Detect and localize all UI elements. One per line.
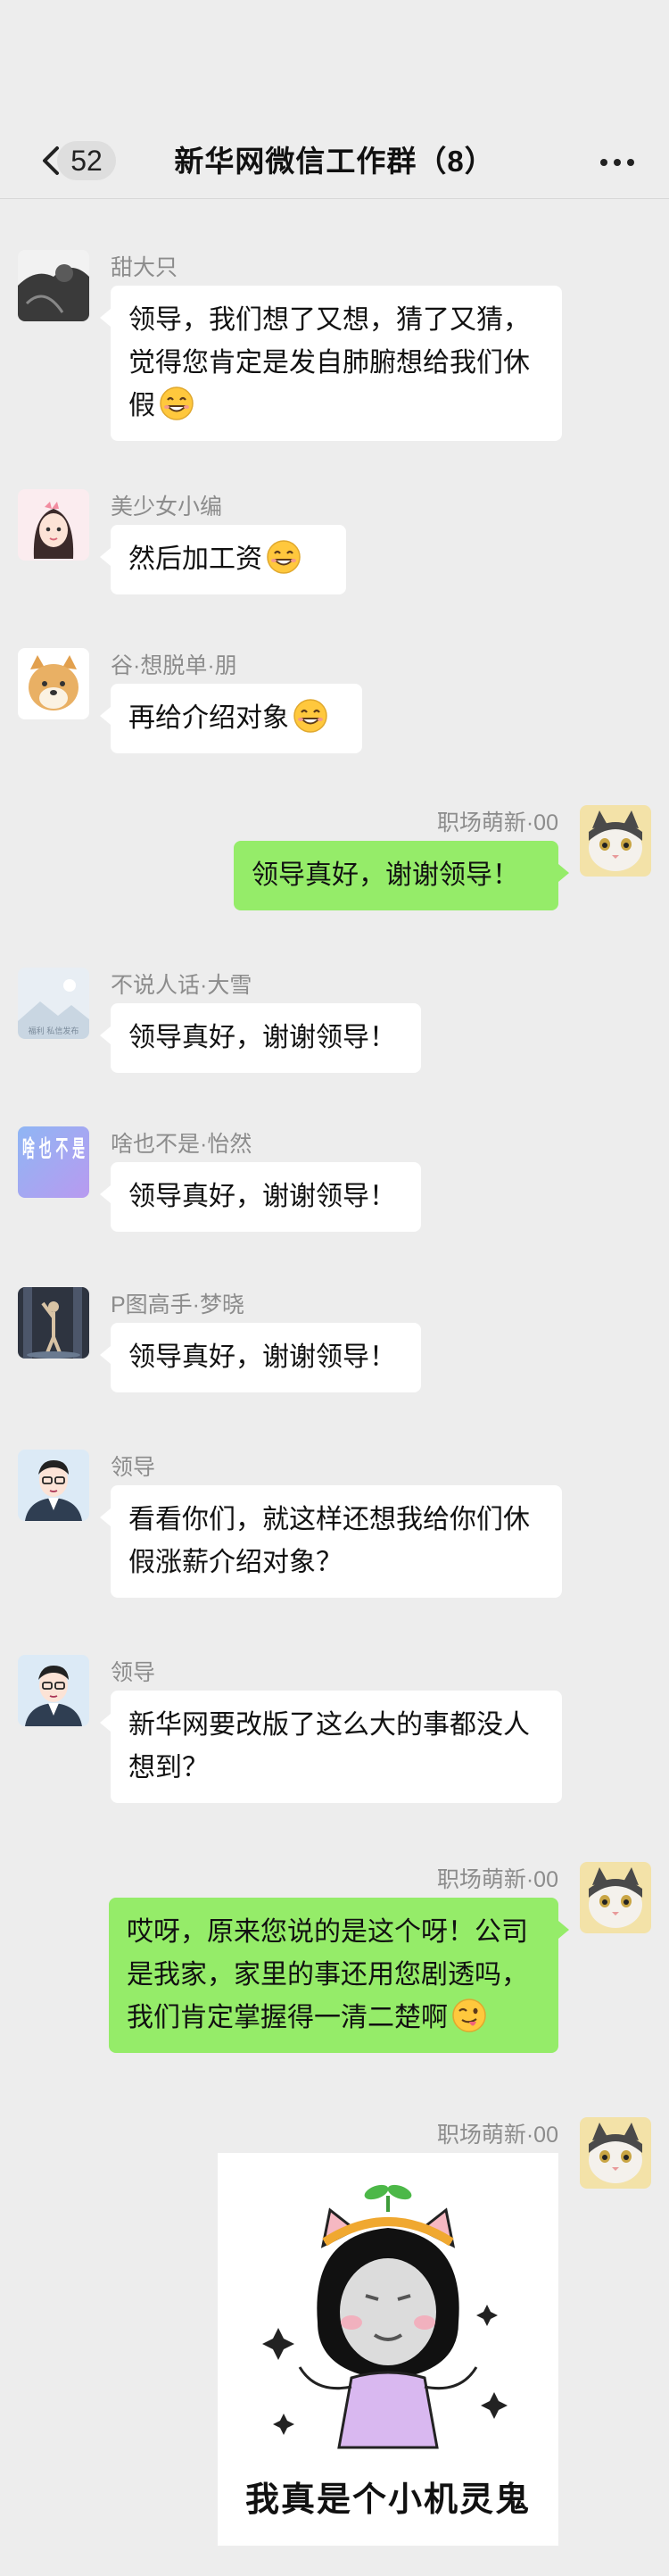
avatar-text: 啥 也 不 是 [22,1135,85,1163]
sender-name: 谷·想脱单·朋 [111,653,237,678]
chat-header: 52 新华网微信工作群（8） [0,125,669,199]
avatar-image-icon [18,1450,89,1521]
sender-name: 领导 [111,1660,156,1685]
grinning-face-emoji [293,699,327,733]
sender-name: 职场萌新·00 [436,1867,558,1892]
message-bubble[interactable]: 然后加工资 [100,525,346,594]
avatar-image-icon [18,1655,89,1726]
avatar-image-icon [18,250,89,321]
chat-screen: 52 新华网微信工作群（8） 甜大只 领导，我们想了又想，猜了又猜，觉得您肯定是… [0,0,669,2576]
avatar[interactable]: 福利 私信发布 [18,968,89,1039]
sender-name: 美少女小编 [111,494,223,519]
sticker-caption: 我真是个小机灵鬼 [244,2481,531,2519]
avatar[interactable] [580,805,651,877]
avatar[interactable] [18,648,89,719]
avatar-image-icon [580,1862,651,1933]
avatar-image-icon [18,1287,89,1359]
avatar-image-icon [580,2117,651,2189]
winking-tongue-emoji [452,1998,486,2032]
sender-name: 啥也不是·怡然 [111,1132,252,1157]
message-bubble[interactable]: 领导，我们想了又想，猜了又猜，觉得您肯定是发自肺腑想给我们休假 [100,286,562,441]
message-bubble[interactable]: 领导真好，谢谢领导！ [100,1162,421,1232]
message-text: 再给介绍对象 [128,703,289,733]
sender-name: 不说人话·大雪 [111,973,252,998]
sender-name: 甜大只 [111,255,178,280]
sender-name: P图高手·梦晓 [111,1292,245,1317]
grinning-face-emoji [267,540,301,574]
avatar-image-icon [18,489,89,561]
message-text: 看看你们，就这样还想我给你们休假涨薪介绍对象？ [128,1505,530,1577]
avatar-caption: 福利 私信发布 [29,1026,79,1036]
avatar-image-icon [580,805,651,877]
grinning-face-emoji [160,386,194,420]
message-text: 领导真好，谢谢领导！ [128,1182,396,1211]
chat-title: 新华网微信工作群（8） [174,145,495,178]
avatar[interactable] [18,1450,89,1521]
avatar[interactable] [580,1862,651,1933]
sender-name: 职场萌新·00 [436,2123,558,2148]
message-text: 领导真好，谢谢领导！ [128,1342,396,1372]
message-bubble[interactable]: 再给介绍对象 [100,684,362,753]
avatar[interactable] [18,1655,89,1726]
sender-name: 领导 [111,1455,156,1480]
avatar[interactable] [18,1287,89,1359]
message-bubble[interactable]: 领导真好，谢谢领导！ [100,1323,421,1392]
sticker-image[interactable]: 我真是个小机灵鬼 [218,2153,558,2546]
meme-character-icon [262,2184,508,2449]
avatar-image-icon: 福利 私信发布 [18,968,89,1039]
message-bubble[interactable]: 新华网要改版了这么大的事都没人想到？ [100,1691,562,1803]
avatar[interactable] [18,250,89,321]
avatar[interactable] [580,2117,651,2189]
avatar[interactable] [18,489,89,561]
message-bubble[interactable]: 领导真好，谢谢领导！ [234,841,569,910]
message-bubble[interactable]: 领导真好，谢谢领导！ [100,1003,421,1073]
status-bar-area [0,0,669,125]
message-bubble[interactable]: 哎呀，原来您说的是这个呀！公司是我家，家里的事还用您剧透吗，我们肯定掌握得一清二… [109,1898,569,2053]
message-text: 领导真好，谢谢领导！ [252,860,519,890]
sender-name: 职场萌新·00 [436,810,558,835]
avatar-image-icon [18,648,89,719]
more-options-icon[interactable] [599,157,635,168]
message-text: 新华网要改版了这么大的事都没人想到？ [128,1710,530,1782]
avatar-image-icon: 啥 也 不 是 [18,1126,89,1198]
message-bubble[interactable]: 看看你们，就这样还想我给你们休假涨薪介绍对象？ [100,1485,562,1598]
avatar[interactable]: 啥 也 不 是 [18,1126,89,1198]
message-text: 然后加工资 [128,544,262,574]
message-text: 领导真好，谢谢领导！ [128,1023,396,1052]
